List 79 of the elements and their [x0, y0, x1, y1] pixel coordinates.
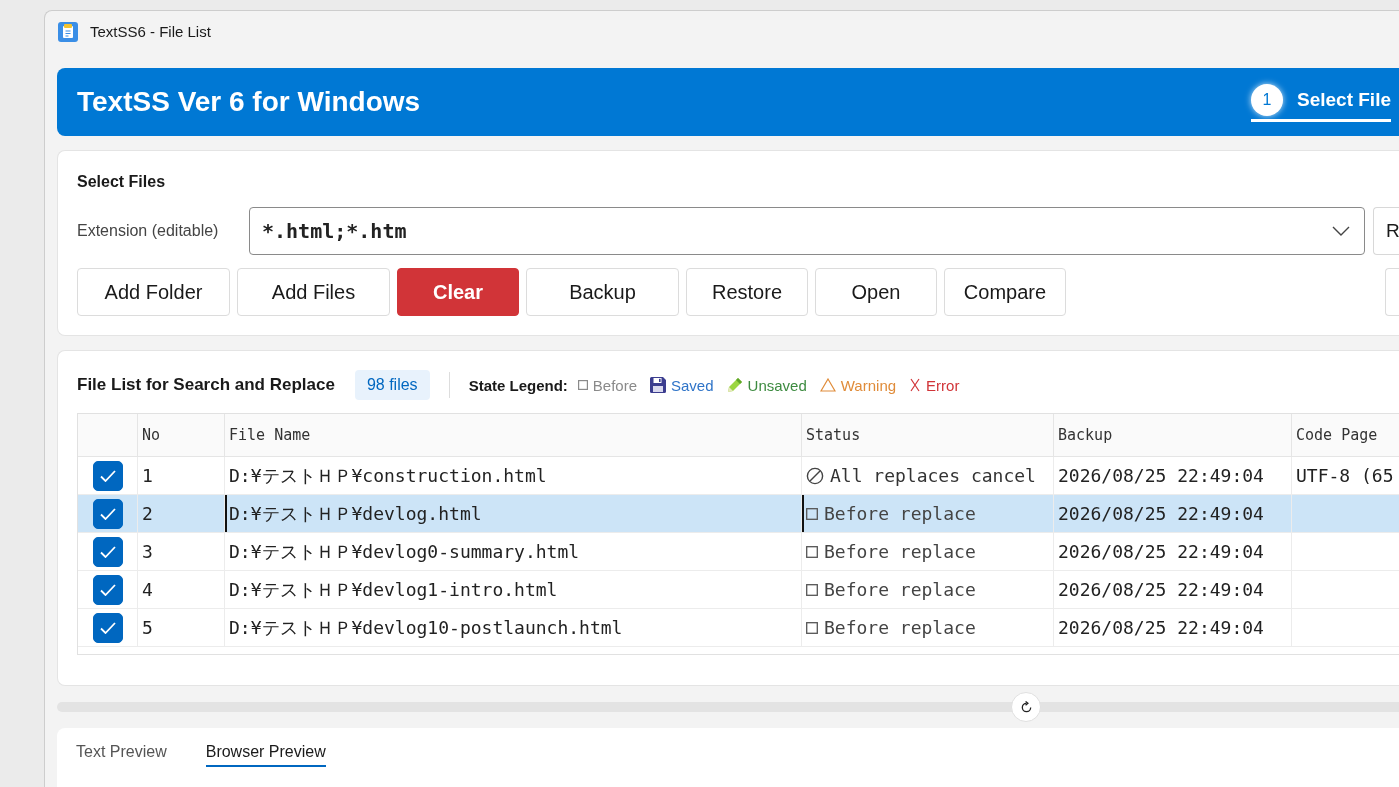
- check-icon: [99, 621, 116, 634]
- splitter-handle[interactable]: [1011, 692, 1041, 722]
- pencil-icon: [726, 377, 743, 393]
- refresh-icon: [1019, 700, 1033, 714]
- square-icon: [577, 380, 588, 390]
- checkbox[interactable]: [92, 536, 123, 567]
- preview-tab[interactable]: Browser Preview: [205, 743, 326, 767]
- legend-item: Error: [926, 376, 960, 394]
- side-button[interactable]: R: [1373, 207, 1399, 255]
- square-icon: [806, 545, 818, 558]
- table-cell: 2: [138, 495, 225, 532]
- check-icon: [99, 583, 116, 596]
- compare-button[interactable]: Compare: [944, 268, 1066, 316]
- table-cell: 2026/08/25 22:49:04: [1054, 609, 1292, 646]
- file-row[interactable]: 5 D:¥テストＨＰ¥devlog10-postlaunch.html Before replace 2026/08/25 22:49:04: [78, 609, 1399, 647]
- warning-icon: [819, 378, 836, 392]
- column-header[interactable]: Backup: [1054, 414, 1292, 456]
- table-cell: D:¥テストＨＰ¥devlog1-intro.html: [225, 571, 802, 608]
- column-header[interactable]: Code Page: [1292, 414, 1399, 456]
- status-text: Before replace: [824, 541, 976, 562]
- step-number: 1: [1251, 84, 1283, 116]
- legend-item: Before: [592, 376, 637, 394]
- restore-button[interactable]: Restore: [686, 268, 808, 316]
- slashed-circle-icon: [806, 466, 824, 485]
- app-icon: [58, 21, 78, 42]
- table-cell: 2026/08/25 22:49:04: [1054, 457, 1292, 494]
- column-header[interactable]: Status: [802, 414, 1054, 456]
- step-label: Select File: [1297, 89, 1391, 111]
- column-header[interactable]: File Name: [225, 414, 802, 456]
- step-indicator[interactable]: 1 Select File: [1251, 82, 1391, 122]
- table-cell: 2026/08/25 22:49:04: [1054, 533, 1292, 570]
- square-icon: [806, 507, 818, 520]
- legend-item: Saved: [671, 376, 714, 394]
- add-folder-button[interactable]: Add Folder: [77, 268, 230, 316]
- checkbox[interactable]: [92, 574, 123, 605]
- legend-item: Unsaved: [747, 376, 807, 394]
- status-text: Before replace: [824, 617, 976, 638]
- preview-tab[interactable]: Text Preview: [76, 743, 167, 767]
- square-icon: [806, 583, 818, 596]
- check-icon: [99, 545, 116, 558]
- table-cell: D:¥テストＨＰ¥construction.html: [225, 457, 802, 494]
- file-row[interactable]: 3 D:¥テストＨＰ¥devlog0-summary.html Before replace 2026/08/25 22:49:04: [78, 533, 1399, 571]
- check-icon: [99, 507, 116, 520]
- extension-combo[interactable]: *.html;*.htm: [249, 207, 1365, 255]
- add-files-button[interactable]: Add Files: [237, 268, 390, 316]
- chevron-down-icon: [1332, 226, 1350, 236]
- section-title: File List for Search and Replace: [77, 375, 335, 395]
- table-cell: 2026/08/25 22:49:04: [1054, 495, 1292, 532]
- check-icon: [99, 469, 116, 482]
- table-cell: 1: [138, 457, 225, 494]
- field-label: Extension (editable): [77, 222, 220, 240]
- window-title: TextSS6 - File List: [90, 23, 211, 40]
- clear-button[interactable]: Clear: [397, 268, 519, 316]
- status-text: Before replace: [824, 579, 976, 600]
- app-title: TextSS Ver 6 for Windows: [77, 86, 421, 118]
- file-count: 98 files: [354, 370, 430, 400]
- checkbox[interactable]: [92, 498, 123, 529]
- cross-icon: [909, 378, 922, 392]
- table-cell: 3: [138, 533, 225, 570]
- table-cell: D:¥テストＨＰ¥devlog.html: [225, 495, 802, 532]
- table-cell-text: UTF-8 (65: [1295, 464, 1395, 488]
- checkbox[interactable]: [92, 612, 123, 643]
- table-cell: D:¥テストＨＰ¥devlog10-postlaunch.html: [225, 609, 802, 646]
- backup-button[interactable]: Backup: [526, 268, 679, 316]
- table-cell: 2026/08/25 22:49:04: [1054, 571, 1292, 608]
- status-text: Before replace: [824, 503, 976, 524]
- column-header[interactable]: No: [138, 414, 225, 456]
- file-row[interactable]: 4 D:¥テストＨＰ¥devlog1-intro.html Before replace 2026/08/25 22:49:04: [78, 571, 1399, 609]
- square-icon: [806, 621, 818, 634]
- section-title: Select Files: [77, 172, 166, 192]
- checkbox[interactable]: [92, 460, 123, 491]
- table-cell: 4: [138, 571, 225, 608]
- table-cell: 5: [138, 609, 225, 646]
- open-button[interactable]: Open: [815, 268, 937, 316]
- file-row[interactable]: 2 D:¥テストＨＰ¥devlog.html Before replace 2026/08/25 22:49:04: [78, 495, 1399, 533]
- table-cell: D:¥テストＨＰ¥devlog0-summary.html: [225, 533, 802, 570]
- legend-label: State Legend:: [468, 376, 568, 394]
- status-text: All replaces cancel: [830, 465, 1036, 486]
- legend-item: Warning: [840, 376, 897, 394]
